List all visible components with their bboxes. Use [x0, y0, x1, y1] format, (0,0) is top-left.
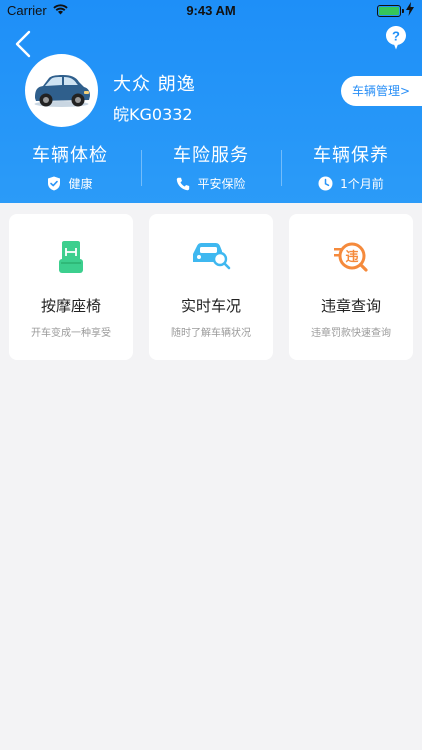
svg-text:违: 违	[345, 249, 358, 265]
vehicle-manage-button[interactable]: 车辆管理>	[341, 76, 422, 106]
car-model-name: 大众 朗逸	[113, 74, 196, 95]
massage-seat-icon	[59, 241, 83, 273]
stat-insurance-service[interactable]: 车险服务 平安保险	[141, 141, 281, 192]
charging-icon	[406, 2, 414, 16]
stat-title: 车险服务	[173, 145, 249, 166]
card-title: 违章查询	[320, 297, 381, 315]
stat-sub: 健康	[68, 177, 93, 191]
card-violation-query[interactable]: 违 违章查询 违章罚款快速查询	[289, 214, 413, 360]
violation-search-icon: 违	[334, 242, 368, 272]
status-bar: Carrier 9:43 AM	[0, 0, 422, 22]
stat-title: 车辆体检	[32, 145, 108, 166]
stat-title: 车辆保养	[313, 145, 389, 166]
car-search-icon	[193, 243, 231, 270]
license-plate: 皖KG0332	[113, 105, 193, 124]
help-icon[interactable]: ?	[385, 25, 407, 51]
car-avatar[interactable]	[25, 54, 98, 127]
card-desc: 开车变成一种享受	[31, 328, 111, 339]
card-massage-seat[interactable]: 按摩座椅 开车变成一种享受	[9, 214, 133, 360]
car-image-icon	[34, 75, 90, 107]
card-desc: 违章罚款快速查询	[311, 328, 391, 339]
stat-sub: 平安保险	[197, 177, 246, 191]
battery-icon	[377, 5, 404, 17]
back-arrow-icon[interactable]	[12, 30, 36, 58]
stat-vehicle-inspection[interactable]: 车辆体检 健康	[0, 141, 140, 192]
clock-icon	[318, 176, 333, 191]
stat-vehicle-maintenance[interactable]: 车辆保养 1个月前	[281, 141, 421, 192]
stat-sub: 1个月前	[340, 177, 384, 191]
svg-text:?: ?	[392, 29, 400, 44]
status-time: 9:43 AM	[186, 3, 236, 18]
shield-check-icon	[48, 176, 61, 191]
card-title: 实时车况	[180, 297, 241, 315]
card-realtime-status[interactable]: 实时车况 随时了解车辆状况	[149, 214, 273, 360]
phone-icon	[177, 177, 190, 190]
card-title: 按摩座椅	[40, 297, 101, 315]
card-desc: 随时了解车辆状况	[171, 328, 251, 339]
